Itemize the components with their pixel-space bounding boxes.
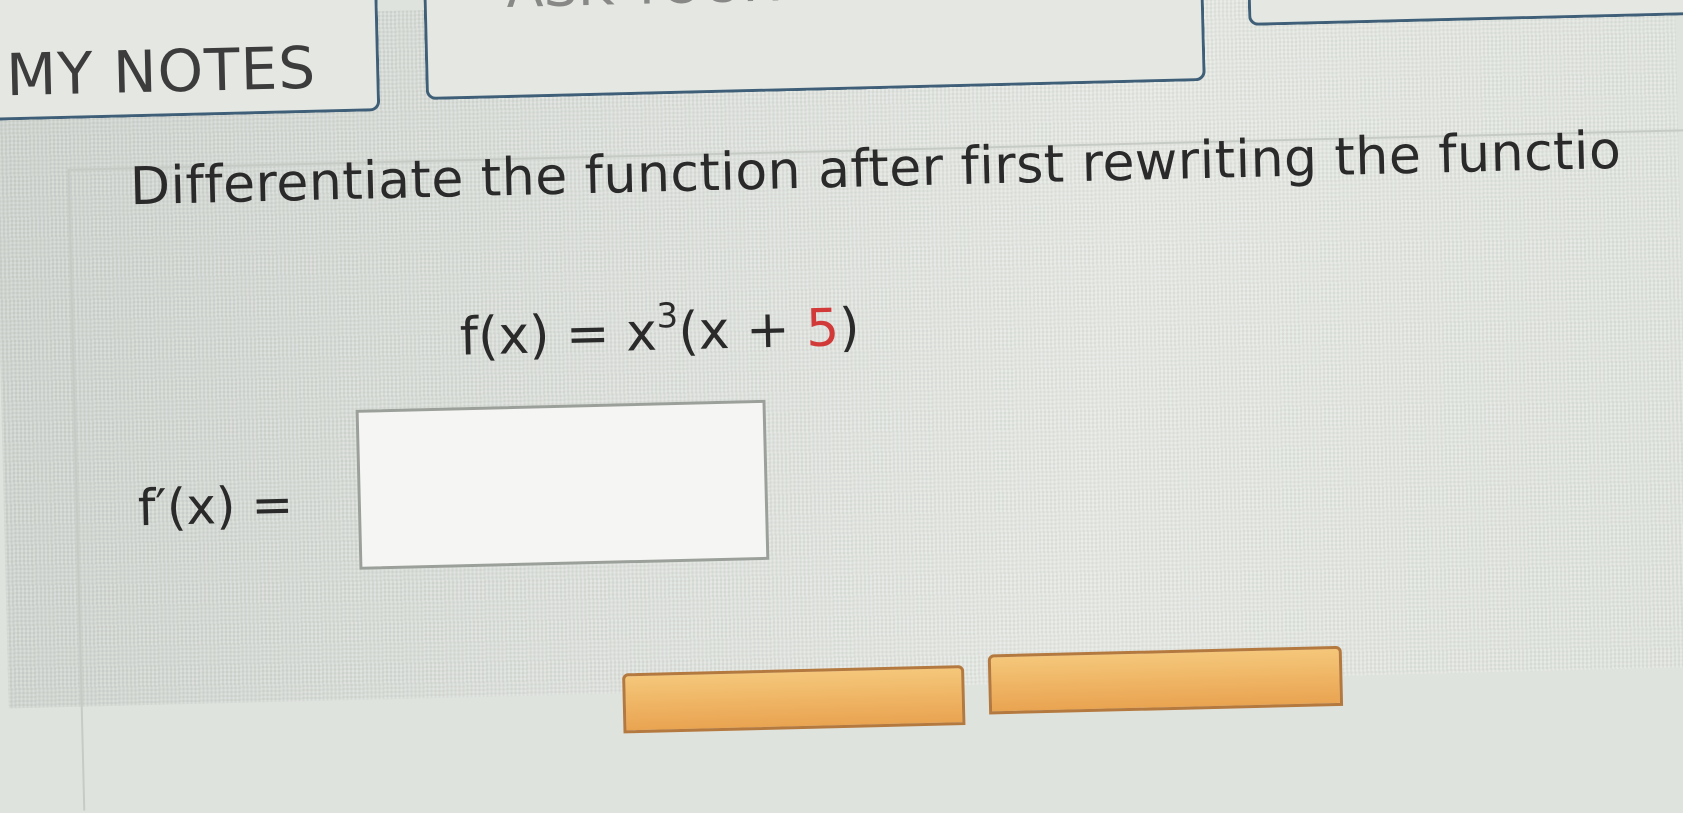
- ask-your-teacher-button[interactable]: ASK YOUR TEACHER: [422, 0, 1206, 101]
- equation-exponent: 3: [655, 295, 679, 337]
- equation-lhs: f(x) = x: [459, 302, 658, 368]
- equation-close: ): [838, 297, 861, 359]
- derivative-answer-input[interactable]: [355, 399, 770, 570]
- my-notes-label: MY NOTES: [5, 33, 317, 110]
- function-equation: f(x) = x3(x + 5): [459, 296, 860, 368]
- ask-your-teacher-label: ASK YOUR TEACHER: [506, 0, 1051, 16]
- screen: MY NOTES ASK YOUR TEACHER Differentiate …: [0, 0, 1683, 811]
- equation-open: (x +: [677, 299, 807, 363]
- submit-answer-button[interactable]: [622, 665, 966, 734]
- watch-it-button[interactable]: [987, 645, 1344, 715]
- derivative-label: f′(x) =: [137, 475, 294, 538]
- practice-button[interactable]: [1245, 0, 1683, 26]
- equation-constant: 5: [805, 298, 840, 360]
- my-notes-button[interactable]: MY NOTES: [0, 0, 381, 121]
